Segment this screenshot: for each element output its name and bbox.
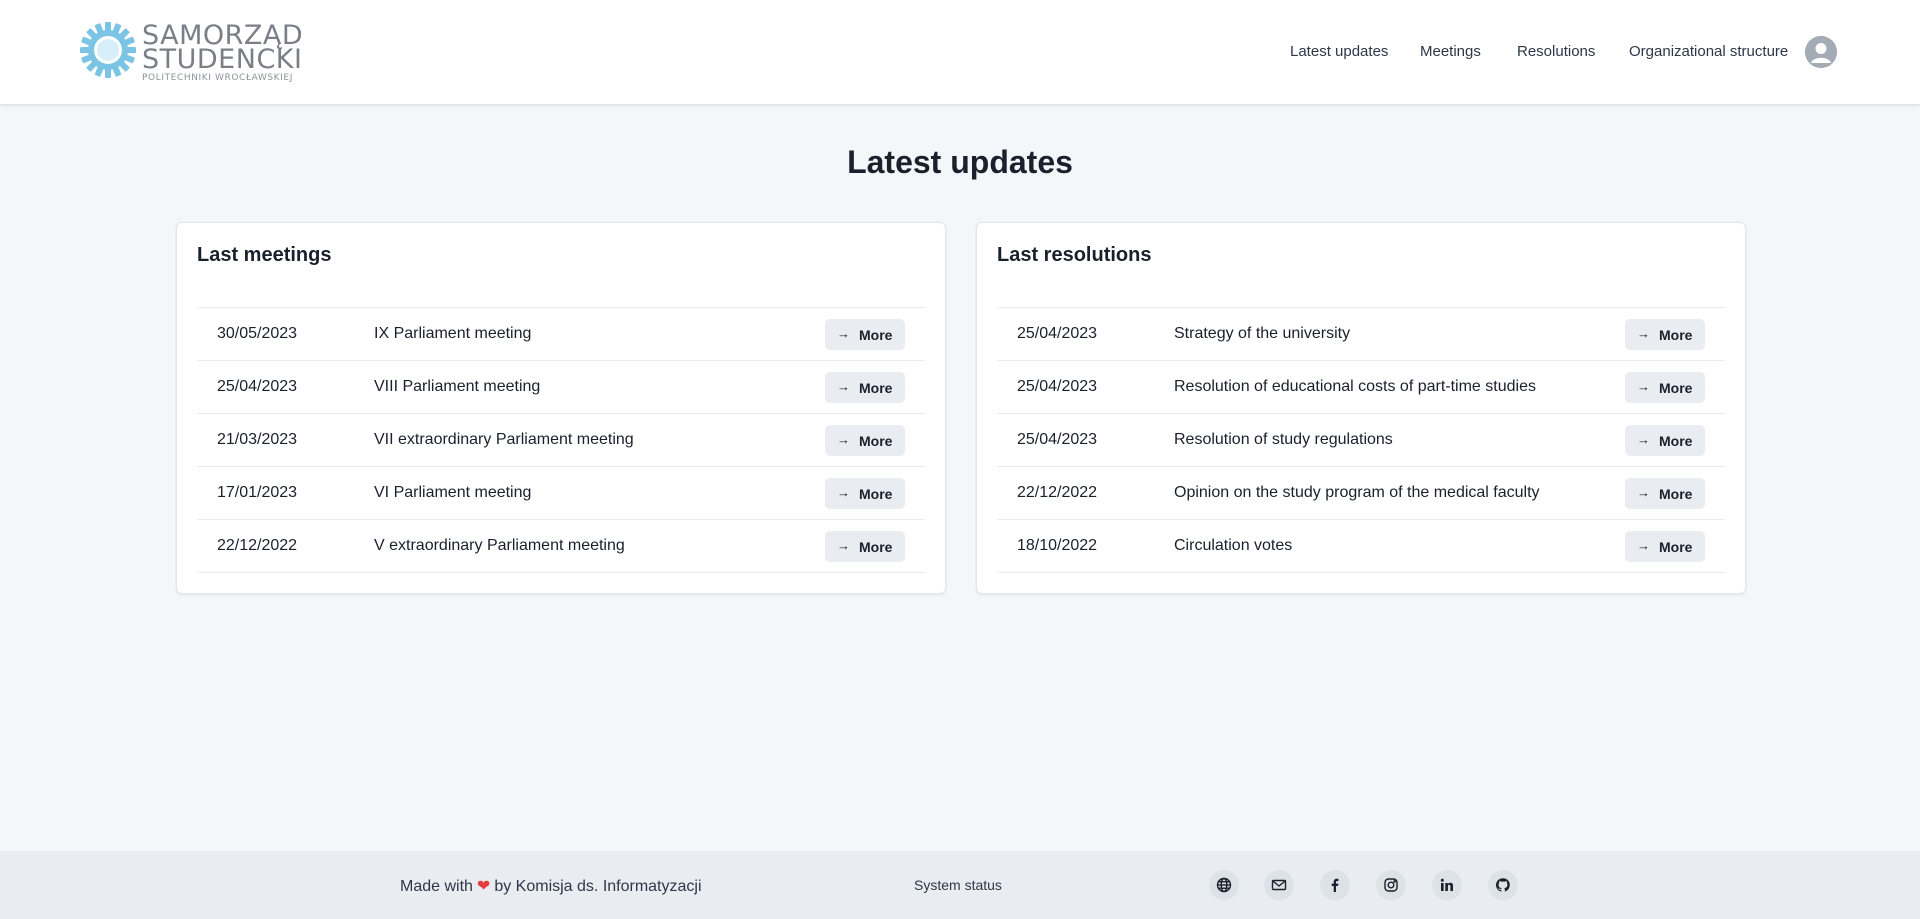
row-name: Resolution of educational costs of part-… <box>1174 378 1536 395</box>
row-date: 22/12/2022 <box>1017 484 1098 501</box>
row-name: VIII Parliament meeting <box>374 378 541 395</box>
row-name: VI Parliament meeting <box>374 484 532 501</box>
more-button[interactable]: → More <box>825 425 905 456</box>
more-button-label: More <box>1659 380 1693 396</box>
row-name: V extraordinary Parliament meeting <box>374 537 625 554</box>
user-avatar[interactable] <box>1805 36 1837 68</box>
nav-organizational-structure[interactable]: Organizational structure <box>1629 43 1788 60</box>
row-date: 25/04/2023 <box>217 378 298 395</box>
user-icon <box>1805 36 1837 68</box>
more-button-label: More <box>859 486 893 502</box>
site-footer: Made with ❤ by Komisja ds. Informatyzacji … <box>0 851 1920 919</box>
meeting-row: 21/03/2023 VII extraordinary Parliament … <box>197 413 925 466</box>
row-name: Opinion on the study program of the medi… <box>1174 484 1540 501</box>
system-status-link[interactable]: System status <box>914 877 1002 893</box>
logo-title-line2: STUDENCKI <box>142 44 303 75</box>
arrow-right-icon: → <box>1637 432 1650 447</box>
arrow-right-icon: → <box>837 432 850 447</box>
arrow-right-icon: → <box>1637 538 1650 553</box>
row-date: 25/04/2023 <box>1017 325 1098 342</box>
made-with-prefix: Made with <box>400 878 473 895</box>
row-date: 17/01/2023 <box>217 484 298 501</box>
site-header: SAMORZĄD STUDENCKI POLITECHNIKI WROCŁAWS… <box>0 0 1920 105</box>
nav-latest-updates-link[interactable]: Latest updates <box>1290 43 1388 60</box>
site-logo[interactable]: SAMORZĄD STUDENCKI POLITECHNIKI WROCŁAWS… <box>78 20 303 86</box>
card-title: Last resolutions <box>997 244 1152 266</box>
more-button[interactable]: → More <box>1625 372 1705 403</box>
more-button-label: More <box>859 539 893 555</box>
facebook-icon[interactable] <box>1320 870 1350 900</box>
more-button-label: More <box>1659 327 1693 343</box>
more-button-label: More <box>859 327 893 343</box>
gear-logo-icon <box>80 22 136 78</box>
more-button-label: More <box>1659 433 1693 449</box>
row-name: VII extraordinary Parliament meeting <box>374 431 634 448</box>
arrow-right-icon: → <box>1637 326 1650 341</box>
resolution-row: 25/04/2023 Resolution of study regulatio… <box>997 413 1725 466</box>
more-button-label: More <box>859 380 893 396</box>
last-meetings-card: Last meetings 30/05/2023 IX Parliament m… <box>176 222 946 594</box>
nav-latest-updates[interactable]: Latest updates <box>1290 43 1388 60</box>
resolution-row: 25/04/2023 Resolution of educational cos… <box>997 360 1725 413</box>
row-name: Resolution of study regulations <box>1174 431 1393 448</box>
row-date: 18/10/2022 <box>1017 537 1098 554</box>
arrow-right-icon: → <box>837 326 850 341</box>
more-button-label: More <box>1659 539 1693 555</box>
made-by-team: by Komisja ds. Informatyzacji <box>494 878 702 895</box>
globe-icon[interactable] <box>1209 870 1239 900</box>
row-date: 30/05/2023 <box>217 325 298 342</box>
more-button[interactable]: → More <box>1625 425 1705 456</box>
meeting-row: 22/12/2022 V extraordinary Parliament me… <box>197 519 925 573</box>
card-title: Last meetings <box>197 244 332 266</box>
meeting-row: 17/01/2023 VI Parliament meeting → More <box>197 466 925 519</box>
row-name: IX Parliament meeting <box>374 325 532 342</box>
resolution-row: 18/10/2022 Circulation votes → More <box>997 519 1725 573</box>
row-date: 25/04/2023 <box>1017 378 1098 395</box>
arrow-right-icon: → <box>837 538 850 553</box>
more-button[interactable]: → More <box>1625 319 1705 350</box>
arrow-right-icon: → <box>837 379 850 394</box>
mail-icon[interactable] <box>1264 870 1294 900</box>
github-icon[interactable] <box>1488 870 1518 900</box>
more-button[interactable]: → More <box>825 372 905 403</box>
more-button[interactable]: → More <box>825 531 905 562</box>
more-button-label: More <box>859 433 893 449</box>
more-button[interactable]: → More <box>1625 478 1705 509</box>
resolutions-list: 25/04/2023 Strategy of the university → M… <box>997 307 1725 573</box>
resolution-row: 22/12/2022 Opinion on the study program … <box>997 466 1725 519</box>
nav-organizational-structure-link[interactable]: Organizational structure <box>1629 43 1788 60</box>
linkedin-icon[interactable] <box>1432 870 1462 900</box>
row-date: 25/04/2023 <box>1017 431 1098 448</box>
arrow-right-icon: → <box>1637 379 1650 394</box>
page-title: Latest updates <box>847 144 1073 180</box>
row-date: 22/12/2022 <box>217 537 298 554</box>
row-name: Strategy of the university <box>1174 325 1351 342</box>
arrow-right-icon: → <box>1637 485 1650 500</box>
logo-subtitle: POLITECHNIKI WROCŁAWSKIEJ <box>142 73 293 83</box>
last-resolutions-card: Last resolutions 25/04/2023 Strategy of … <box>976 222 1746 594</box>
more-button-label: More <box>1659 486 1693 502</box>
made-with-text: Made with ❤ by Komisja ds. Informatyzacji <box>400 876 702 896</box>
heart-icon: ❤ <box>476 878 491 895</box>
more-button[interactable]: → More <box>825 319 905 350</box>
meeting-row: 25/04/2023 VIII Parliament meeting → More <box>197 360 925 413</box>
row-date: 21/03/2023 <box>217 431 298 448</box>
instagram-icon[interactable] <box>1376 870 1406 900</box>
nav-resolutions[interactable]: Resolutions <box>1517 43 1595 60</box>
resolution-row: 25/04/2023 Strategy of the university → M… <box>997 307 1725 360</box>
nav-meetings-link[interactable]: Meetings <box>1420 43 1481 60</box>
nav-resolutions-link[interactable]: Resolutions <box>1517 43 1595 60</box>
more-button[interactable]: → More <box>1625 531 1705 562</box>
row-name: Circulation votes <box>1174 537 1293 554</box>
nav-meetings[interactable]: Meetings <box>1420 43 1481 60</box>
meeting-row: 30/05/2023 IX Parliament meeting → More <box>197 307 925 360</box>
meetings-list: 30/05/2023 IX Parliament meeting → More 2… <box>197 307 925 573</box>
more-button[interactable]: → More <box>825 478 905 509</box>
arrow-right-icon: → <box>837 485 850 500</box>
